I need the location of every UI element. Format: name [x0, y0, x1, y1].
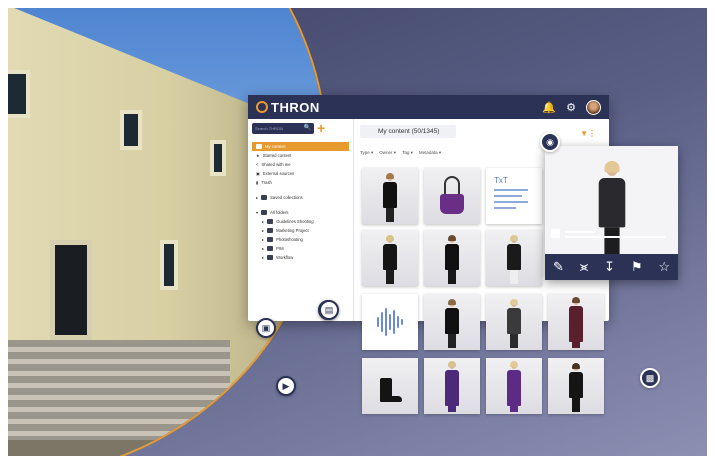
thron-logo: THRON [256, 100, 320, 115]
asset-thumbnail[interactable] [486, 294, 542, 350]
document-icon[interactable]: ▩ [640, 368, 660, 388]
share-icon[interactable]: ⪤ [580, 259, 588, 275]
sidebar-folder[interactable]: ▸ Workflow [252, 253, 349, 262]
image-icon[interactable]: ▣ [256, 318, 276, 338]
sidebar-item-trash[interactable]: ▮ Trash [252, 178, 349, 187]
asset-thumbnail[interactable] [362, 168, 418, 224]
sidebar-item-shared[interactable]: < Shared with me [252, 160, 349, 169]
folder-icon [267, 237, 274, 242]
video-icon[interactable]: ▶ [276, 376, 296, 396]
asset-thumbnail[interactable] [486, 230, 542, 286]
sidebar-folder[interactable]: ▸ Guidelines Shooting [252, 217, 349, 226]
folder-icon [261, 195, 268, 200]
sidebar-item-starred[interactable]: ★ Starred content [252, 151, 349, 160]
folder-icon [256, 144, 262, 149]
trash-icon: ▮ [256, 180, 259, 185]
asset-thumbnail[interactable] [548, 294, 604, 350]
chevron-right-icon: ▸ [262, 219, 265, 224]
search-icon: 🔍 [303, 125, 311, 131]
add-button[interactable]: + [317, 121, 325, 135]
sidebar-item-all-folders[interactable]: ▾ All folders [252, 208, 349, 217]
filter-metadata[interactable]: Metadata ▾ [419, 150, 441, 156]
preview-action-bar: ✎ ⪤ ↧ ⚑ ☆ [545, 254, 678, 280]
download-icon[interactable]: ↧ [604, 259, 615, 275]
asset-thumbnail[interactable] [424, 168, 480, 224]
avatar[interactable] [586, 99, 601, 115]
asset-thumbnail[interactable] [424, 294, 480, 350]
chevron-right-icon: ▸ [262, 246, 265, 251]
star-icon: ★ [256, 153, 260, 158]
sidebar-folder[interactable]: ▸ Photoshooting [252, 235, 349, 244]
sidebar-tree: My content ★ Starred content < Shared wi… [252, 142, 349, 262]
folder-icon [267, 219, 274, 224]
sidebar-item-collections[interactable]: ▸ Saved collections [252, 193, 349, 202]
filter-tag[interactable]: Tag ▾ [402, 150, 413, 156]
hero-illustration: THRON 🔔 ⚙ Search THRON 🔍 + My content ★ … [8, 8, 707, 456]
folder-icon [267, 246, 274, 251]
asset-preview-card[interactable]: ✎ ⪤ ↧ ⚑ ☆ [545, 146, 678, 280]
page-title: My content (50/1345) [360, 125, 456, 138]
text-document-thumbnail[interactable]: TxT [486, 168, 542, 224]
sidebar: Search THRON 🔍 + My content ★ Starred co… [248, 119, 354, 321]
folder-icon [261, 210, 268, 215]
asset-thumbnail[interactable] [424, 230, 480, 286]
select-checkbox[interactable] [551, 229, 560, 238]
app-topbar: THRON 🔔 ⚙ [248, 95, 609, 119]
asset-thumbnail[interactable] [486, 358, 542, 414]
chevron-down-icon: ▾ [256, 210, 259, 215]
folder-icon [267, 255, 274, 260]
asset-thumbnail[interactable] [424, 358, 480, 414]
asset-thumbnail[interactable] [362, 358, 418, 414]
chevron-right-icon: ▸ [256, 195, 259, 200]
asset-thumbnail[interactable] [362, 230, 418, 286]
share-icon: < [256, 162, 259, 167]
asset-thumbnail[interactable] [548, 358, 604, 414]
layers-icon[interactable]: ▤ [319, 300, 339, 320]
waveform-icon [362, 294, 418, 350]
tag-icon[interactable]: ⚑ [631, 259, 643, 275]
search-input[interactable]: Search THRON 🔍 [252, 123, 314, 134]
bell-icon[interactable]: 🔔 [542, 101, 556, 114]
external-icon: ▣ [256, 171, 260, 176]
folder-icon [267, 228, 274, 233]
chevron-right-icon: ▸ [262, 228, 265, 233]
gear-icon[interactable]: ⚙ [566, 101, 576, 114]
chevron-right-icon: ▸ [262, 255, 265, 260]
filter-type[interactable]: Type ▾ [360, 150, 373, 156]
chevron-right-icon: ▸ [262, 237, 265, 242]
filter-icon[interactable]: ▼⋮ [580, 129, 596, 138]
filter-owner[interactable]: Owner ▾ [379, 150, 396, 156]
audio-thumbnail[interactable] [362, 294, 418, 350]
sidebar-item-external[interactable]: ▣ External sources [252, 169, 349, 178]
sidebar-folder[interactable]: ▸ Marketing Project [252, 226, 349, 235]
camera-icon[interactable]: ◉ [540, 132, 560, 152]
edit-icon[interactable]: ✎ [553, 259, 564, 275]
sidebar-item-my-content[interactable]: My content [252, 142, 349, 151]
star-icon[interactable]: ☆ [658, 259, 670, 275]
sidebar-folder[interactable]: ▸ PIM [252, 244, 349, 253]
brand-name: THRON [271, 99, 320, 115]
